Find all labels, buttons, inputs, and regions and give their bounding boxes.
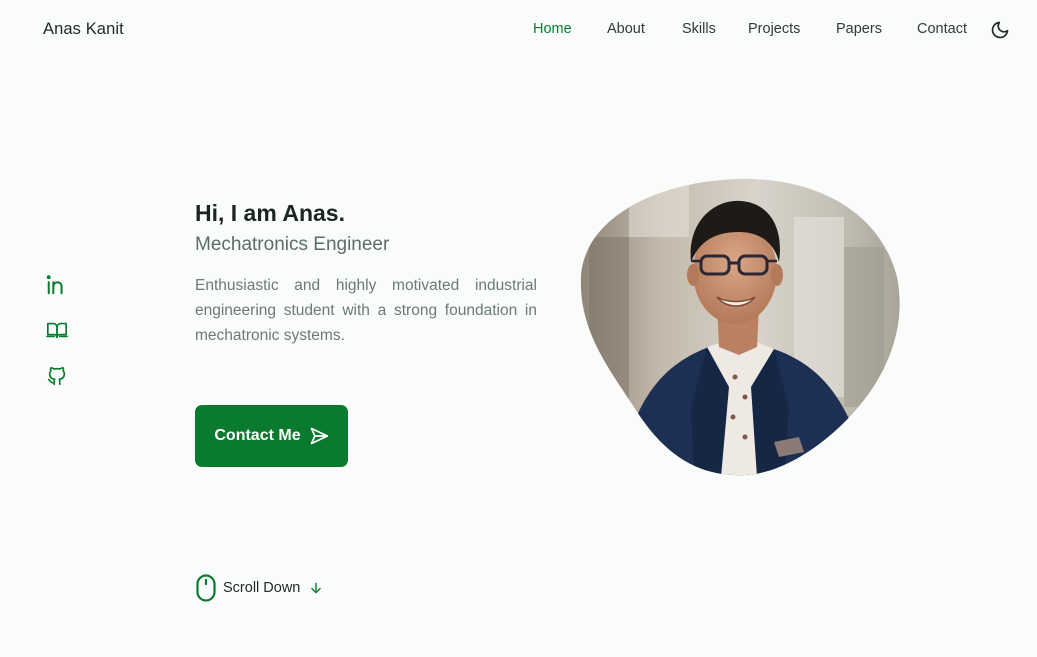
page: Anas Kanit Home About Skills Projects Pa… xyxy=(0,0,1037,657)
nav-item-skills[interactable]: Skills xyxy=(682,21,716,37)
profile-image xyxy=(579,177,901,477)
nav-item-projects[interactable]: Projects xyxy=(748,21,800,37)
book-icon[interactable] xyxy=(46,319,68,341)
contact-me-button[interactable]: Contact Me xyxy=(195,405,348,467)
hero-description: Enthusiastic and highly motivated indust… xyxy=(195,277,537,344)
nav-item-home[interactable]: Home xyxy=(533,21,572,37)
hero-subtitle: Mechatronics Engineer xyxy=(195,234,390,255)
moon-icon[interactable] xyxy=(990,20,1010,40)
send-icon xyxy=(309,426,329,446)
arrow-down-icon xyxy=(309,581,323,595)
github-icon[interactable] xyxy=(46,365,68,387)
linkedin-icon[interactable] xyxy=(46,274,68,296)
contact-me-label: Contact Me xyxy=(214,427,301,444)
header: Anas Kanit Home About Skills Projects Pa… xyxy=(0,0,1037,60)
nav-item-about[interactable]: About xyxy=(607,21,645,37)
nav-menu: Home About Skills Projects Papers Contac… xyxy=(0,21,1037,41)
nav-item-papers[interactable]: Papers xyxy=(836,21,882,37)
hero-title: Hi, I am Anas. xyxy=(195,200,345,226)
scroll-down-label: Scroll Down xyxy=(223,580,301,596)
nav-item-contact[interactable]: Contact xyxy=(917,21,967,37)
mouse-icon xyxy=(196,574,216,602)
scroll-down-link[interactable]: Scroll Down xyxy=(196,573,323,603)
